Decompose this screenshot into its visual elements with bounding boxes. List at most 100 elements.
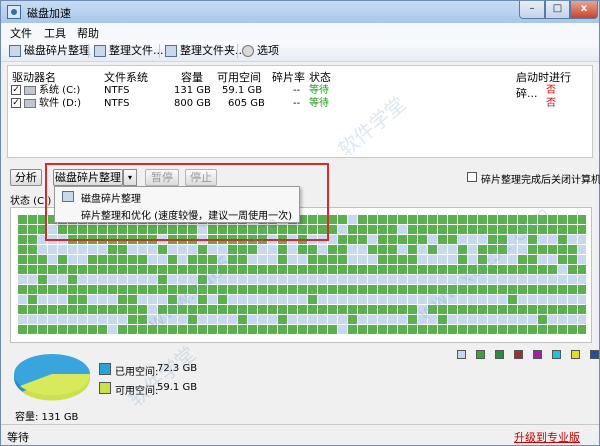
drive-list: 驱动器名 文件系统 容量 可用空间 碎片率 状态 启动时进行碎... ✓ 系统 … xyxy=(7,65,593,158)
cluster-block xyxy=(388,315,397,324)
cluster-block xyxy=(118,285,127,294)
menu-file[interactable]: 文件 xyxy=(10,25,32,41)
cluster-block xyxy=(298,325,307,334)
cluster-block xyxy=(78,265,87,274)
cluster-block xyxy=(348,265,357,274)
drive-checkbox[interactable]: ✓ xyxy=(11,85,21,95)
cluster-block xyxy=(358,235,367,244)
cluster-block xyxy=(138,275,147,284)
cluster-block xyxy=(188,275,197,284)
cluster-block xyxy=(448,285,457,294)
toolbar-organize-file-button[interactable]: 整理文件... xyxy=(92,43,164,59)
drive-checkbox[interactable]: ✓ xyxy=(11,98,21,108)
cluster-block xyxy=(558,225,567,234)
column-header-filesystem[interactable]: 文件系统 xyxy=(104,69,148,85)
cluster-block xyxy=(518,265,527,274)
cluster-block xyxy=(208,275,217,284)
drive-name: 系统 (C:) xyxy=(39,85,81,96)
cluster-block xyxy=(58,265,67,274)
cluster-block xyxy=(538,305,547,314)
cluster-block xyxy=(338,295,347,304)
cluster-block xyxy=(28,315,37,324)
drive-row[interactable]: ✓ 软件 (D:) NTFS 800 GB 605 GB -- 等待 否 xyxy=(8,97,592,111)
cluster-block xyxy=(218,315,227,324)
cluster-block xyxy=(558,315,567,324)
cluster-block xyxy=(528,255,537,264)
cluster-block xyxy=(158,305,167,314)
cluster-block xyxy=(128,275,137,284)
cluster-block xyxy=(448,315,457,324)
cluster-block xyxy=(78,275,87,284)
cluster-block xyxy=(558,275,567,284)
cluster-block xyxy=(238,315,247,324)
cluster-block xyxy=(518,325,527,334)
cluster-block xyxy=(428,265,437,274)
cluster-block xyxy=(58,285,67,294)
cluster-block xyxy=(488,295,497,304)
drive-icon xyxy=(24,86,36,95)
cluster-block xyxy=(298,285,307,294)
minimize-button[interactable]: – xyxy=(519,1,545,19)
cluster-block xyxy=(498,235,507,244)
menu-help[interactable]: 帮助 xyxy=(77,25,99,41)
toolbar-organize-folder-button[interactable]: 整理文件夹... xyxy=(163,43,246,59)
cluster-block xyxy=(578,305,586,314)
cluster-block xyxy=(178,285,187,294)
cluster-block xyxy=(28,245,37,254)
cluster-block xyxy=(548,235,557,244)
cluster-block xyxy=(498,265,507,274)
column-header-status[interactable]: 状态 xyxy=(309,69,331,85)
menu-tools[interactable]: 工具 xyxy=(44,25,66,41)
cluster-block xyxy=(448,235,457,244)
analyze-button[interactable]: 分析 xyxy=(10,169,42,186)
cluster-block xyxy=(538,295,547,304)
file-icon xyxy=(94,45,106,57)
cluster-block xyxy=(138,285,147,294)
cluster-block xyxy=(358,295,367,304)
toolbar-options-button[interactable]: 选项 xyxy=(240,43,279,59)
cluster-block xyxy=(268,245,277,254)
drive-row[interactable]: ✓ 系统 (C:) NTFS 131 GB 59.1 GB -- 等待 否 xyxy=(8,84,592,98)
column-header-fragmentation[interactable]: 碎片率 xyxy=(272,69,305,85)
toolbar-defrag-button[interactable]: 磁盘碎片整理 xyxy=(7,43,90,59)
cluster-block xyxy=(168,265,177,274)
cluster-block xyxy=(488,285,497,294)
upgrade-link[interactable]: 升级到专业版 xyxy=(514,429,580,445)
cluster-block xyxy=(378,245,387,254)
column-header-drive[interactable]: 驱动器名 xyxy=(12,69,56,85)
cluster-block xyxy=(378,315,387,324)
cluster-block xyxy=(478,245,487,254)
maximize-button[interactable]: □ xyxy=(545,1,570,19)
cluster-block xyxy=(158,275,167,284)
cluster-block xyxy=(428,285,437,294)
cluster-block xyxy=(68,325,77,334)
close-button[interactable]: x xyxy=(570,1,598,19)
drive-filesystem: NTFS xyxy=(104,85,130,96)
cluster-block xyxy=(128,295,137,304)
cluster-block xyxy=(498,275,507,284)
cluster-block xyxy=(118,275,127,284)
cluster-block xyxy=(408,285,417,294)
cluster-block xyxy=(68,305,77,314)
cluster-block xyxy=(168,275,177,284)
cluster-block xyxy=(398,315,407,324)
cluster-block xyxy=(238,255,247,264)
title-bar[interactable]: 磁盘加速 – □ x xyxy=(1,1,599,23)
cluster-block xyxy=(138,305,147,314)
cluster-block xyxy=(388,275,397,284)
app-icon xyxy=(7,5,21,19)
cluster-block xyxy=(258,295,267,304)
shutdown-checkbox-box[interactable] xyxy=(467,172,477,182)
status-text: 等待 xyxy=(7,431,29,444)
column-header-capacity[interactable]: 容量 xyxy=(181,69,203,85)
cluster-block xyxy=(58,255,67,264)
cluster-block xyxy=(178,325,187,334)
cluster-block xyxy=(38,245,47,254)
column-header-free[interactable]: 可用空间 xyxy=(217,69,261,85)
cluster-block xyxy=(538,255,547,264)
cluster-block xyxy=(578,225,586,234)
cluster-block xyxy=(58,305,67,314)
cluster-block xyxy=(18,235,27,244)
cluster-block xyxy=(18,225,27,234)
cluster-block xyxy=(468,285,477,294)
